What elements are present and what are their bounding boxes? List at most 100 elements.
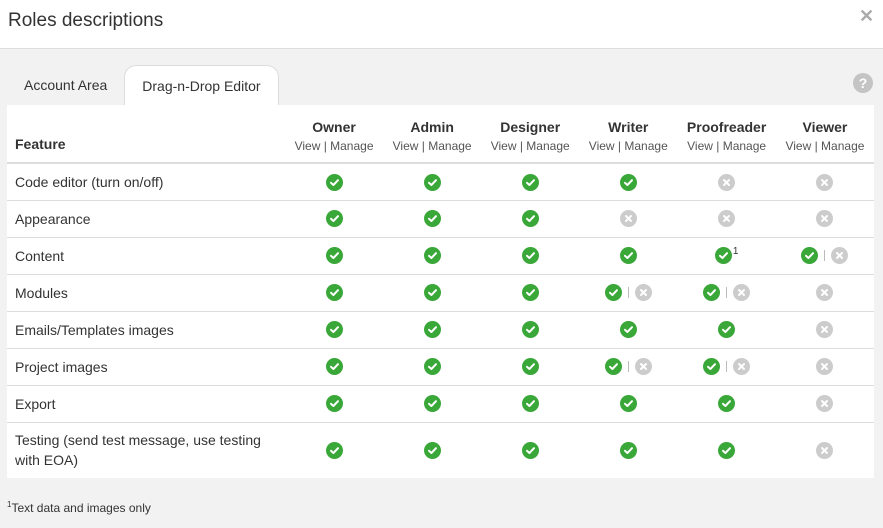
feature-name: Project images: [15, 358, 108, 375]
footnote-reference: 1: [732, 245, 739, 257]
table-row: Export: [7, 385, 874, 422]
footnote: 1Text data and images only: [7, 500, 151, 515]
check-circle-icon: [703, 284, 721, 302]
role-permission-levels: View | Manage: [687, 139, 767, 153]
role-header-viewer: Viewer View | Manage: [775, 105, 874, 164]
permission-cell: [383, 163, 481, 200]
x-circle-icon: [816, 441, 834, 459]
feature-column-header: Feature: [7, 105, 285, 164]
feature-name: Export: [15, 395, 56, 412]
permission-cell: [579, 163, 677, 200]
table-row: Appearance: [7, 200, 874, 237]
permission-cell: [776, 422, 874, 477]
check-circle-icon: [521, 358, 539, 376]
check-circle-icon: [619, 441, 637, 459]
check-circle-icon: [718, 321, 736, 339]
x-circle-icon: [619, 210, 637, 228]
roles-table-panel: Feature Owner View | Manage Admin View | Ma…: [7, 105, 874, 478]
dialog-title: Roles descriptions: [8, 10, 164, 31]
close-icon[interactable]: ✕: [859, 7, 874, 25]
role-permission-levels: View | Manage: [785, 139, 865, 153]
role-name: Admin: [410, 119, 454, 135]
check-circle-icon: [619, 395, 637, 413]
x-circle-icon: [733, 284, 751, 302]
permission-cell: [383, 348, 481, 385]
permission-cell: [481, 274, 579, 311]
role-permission-levels: View | Manage: [490, 139, 570, 153]
permission-cell: [383, 422, 481, 477]
permission-cell: [285, 422, 383, 477]
feature-name: Content: [15, 247, 65, 264]
permission-cell: [481, 311, 579, 348]
role-header-designer: Designer View | Manage: [481, 105, 580, 164]
x-circle-icon: [816, 358, 834, 376]
x-circle-icon: [634, 358, 652, 376]
permission-cell: [776, 311, 874, 348]
role-name: Designer: [500, 119, 561, 135]
permission-cell: [285, 237, 383, 274]
feature-name: Testing (send test message, use testing …: [15, 431, 261, 468]
feature-name: Code editor (turn on/off): [15, 173, 164, 190]
role-permission-levels: View | Manage: [588, 139, 668, 153]
check-circle-icon: [423, 395, 441, 413]
permission-cell: [481, 237, 579, 274]
table-row: Content 1: [7, 237, 874, 274]
table-row: Code editor (turn on/off): [7, 163, 874, 200]
tab-account-area[interactable]: Account Area: [7, 65, 124, 105]
feature-name: Appearance: [15, 210, 91, 227]
permission-cell: [481, 348, 579, 385]
permission-cell: [285, 200, 383, 237]
check-circle-icon: [521, 173, 539, 191]
tab-drag-n-drop-editor[interactable]: Drag-n-Drop Editor: [124, 65, 279, 106]
check-circle-icon: [521, 247, 539, 265]
check-circle-icon: [423, 173, 441, 191]
check-circle-icon: [521, 321, 539, 339]
table-header-row: Feature Owner View | Manage Admin View | Ma…: [7, 105, 874, 164]
check-circle-icon: [718, 395, 736, 413]
permission-cell: [579, 200, 677, 237]
role-header-writer: Writer View | Manage: [579, 105, 678, 164]
check-circle-icon: [423, 321, 441, 339]
check-circle-icon: [521, 284, 539, 302]
x-circle-icon: [816, 395, 834, 413]
permission-cell: [776, 348, 874, 385]
view-manage-separator: [627, 361, 629, 373]
tab-bar: Account Area Drag-n-Drop Editor: [7, 65, 279, 106]
permission-cell: [677, 348, 776, 385]
dialog-header: Roles descriptions ✕: [0, 0, 883, 49]
check-circle-icon: [423, 358, 441, 376]
check-circle-icon: [801, 247, 819, 265]
table-row: Modules: [7, 274, 874, 311]
check-circle-icon: [325, 284, 343, 302]
feature-name: Modules: [15, 284, 68, 301]
role-header-owner: Owner View | Manage: [285, 105, 384, 164]
permission-cell: [383, 311, 481, 348]
permission-cell: [285, 385, 383, 422]
permission-cell: [677, 422, 776, 477]
x-circle-icon: [816, 210, 834, 228]
view-manage-separator: [627, 287, 629, 299]
check-circle-icon: [521, 441, 539, 459]
permission-cell: [776, 385, 874, 422]
roles-table: Feature Owner View | Manage Admin View | Ma…: [7, 105, 874, 477]
permission-cell: [285, 163, 383, 200]
check-circle-icon: [718, 441, 736, 459]
check-circle-icon: [714, 247, 732, 265]
check-circle-icon: [703, 358, 721, 376]
x-circle-icon: [718, 210, 736, 228]
view-manage-separator: [726, 361, 728, 373]
permission-cell: [579, 311, 677, 348]
feature-name: Emails/Templates images: [15, 321, 174, 338]
check-circle-icon: [325, 395, 343, 413]
permission-cell: [285, 274, 383, 311]
help-icon[interactable]: ?: [853, 73, 873, 93]
check-circle-icon: [619, 247, 637, 265]
permission-cell: [481, 385, 579, 422]
x-circle-icon: [718, 173, 736, 191]
check-circle-icon: [423, 441, 441, 459]
permission-cell: [481, 200, 579, 237]
role-name: Owner: [312, 119, 356, 135]
permission-cell: [579, 348, 677, 385]
role-name: Writer: [608, 119, 649, 135]
x-circle-icon: [816, 284, 834, 302]
